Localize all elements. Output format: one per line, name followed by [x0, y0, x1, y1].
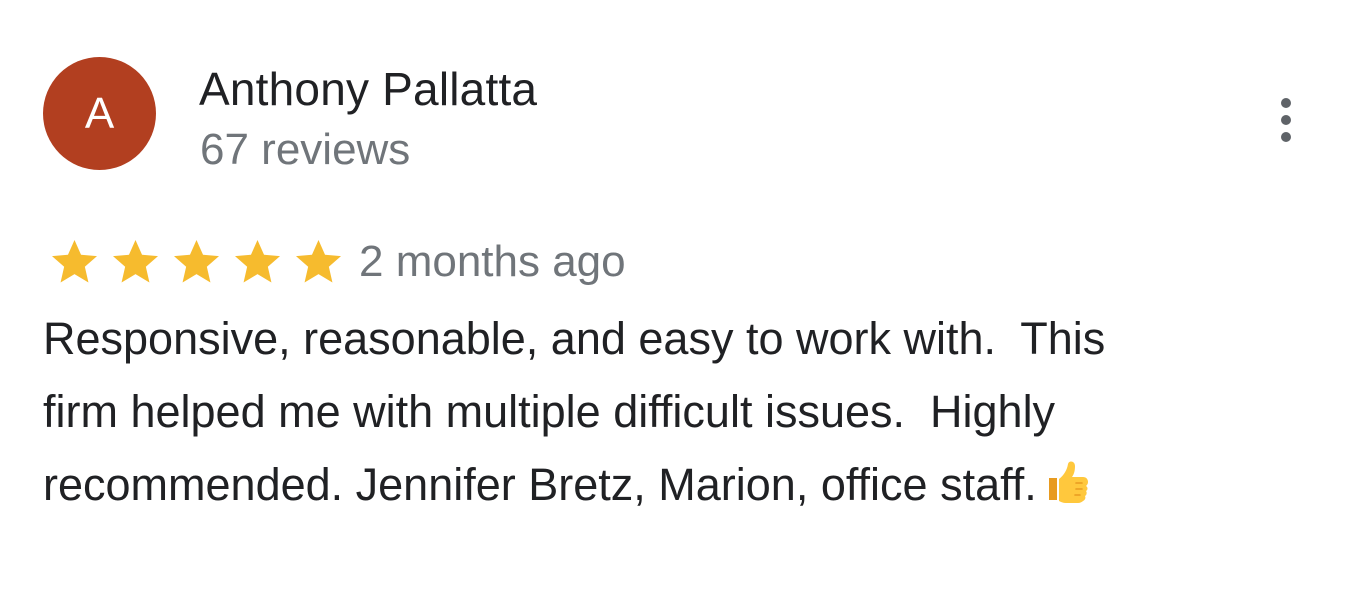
star-icon [113, 239, 158, 283]
star-icon [174, 239, 219, 283]
review-text-line: Responsive, reasonable, and easy to work… [43, 313, 1106, 364]
more-vert-icon [1281, 132, 1291, 142]
avatar[interactable]: A [43, 57, 156, 170]
avatar-initial: A [84, 88, 115, 138]
review-text-line: recommended. Jennifer Bretz, Marion, off… [43, 448, 1283, 521]
more-options-button[interactable] [1266, 94, 1306, 146]
thumbs-up-icon [1048, 461, 1088, 503]
review-text-line-content: recommended. Jennifer Bretz, Marion, off… [43, 459, 1037, 510]
more-vert-icon [1281, 115, 1291, 125]
star-rating [46, 235, 347, 289]
star-icon [296, 239, 341, 283]
star-icon [235, 239, 280, 283]
more-vert-icon [1281, 98, 1291, 108]
review-count[interactable]: 67 reviews [200, 124, 410, 176]
review-date: 2 months ago [359, 237, 626, 286]
star-icon [52, 239, 97, 283]
review-text-line: firm helped me with multiple difficult i… [43, 386, 1056, 437]
review-text: Responsive, reasonable, and easy to work… [43, 302, 1283, 521]
author-name[interactable]: Anthony Pallatta [199, 62, 537, 116]
rating-row: 2 months ago [46, 232, 626, 292]
review-card: A Anthony Pallatta 67 reviews 2 months a… [0, 0, 1354, 592]
